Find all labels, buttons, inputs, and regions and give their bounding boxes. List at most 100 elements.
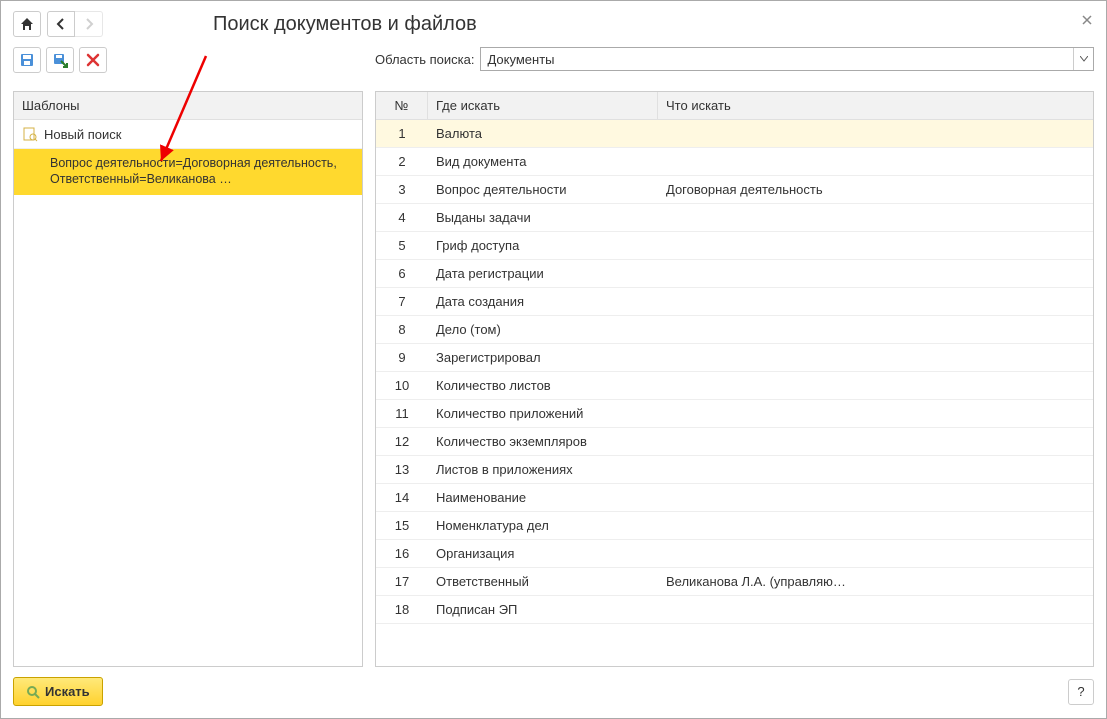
help-button[interactable]: ? bbox=[1068, 679, 1094, 705]
criteria-row-where: Номенклатура дел bbox=[428, 512, 658, 539]
criteria-row-where: Количество приложений bbox=[428, 400, 658, 427]
criteria-row-what[interactable] bbox=[658, 428, 1093, 455]
arrow-left-icon bbox=[55, 18, 67, 30]
criteria-row[interactable]: 15Номенклатура дел bbox=[376, 512, 1093, 540]
template-item[interactable]: Новый поиск bbox=[14, 120, 362, 149]
criteria-row-what[interactable] bbox=[658, 596, 1093, 623]
criteria-row[interactable]: 2Вид документа bbox=[376, 148, 1093, 176]
page-title: Поиск документов и файлов bbox=[213, 13, 477, 36]
criteria-row[interactable]: 1Валюта bbox=[376, 120, 1093, 148]
criteria-panel: № Где искать Что искать 1Валюта2Вид доку… bbox=[375, 91, 1094, 667]
criteria-row-where: Вид документа bbox=[428, 148, 658, 175]
arrow-right-icon bbox=[83, 18, 95, 30]
criteria-row-what[interactable]: Договорная деятельность bbox=[658, 176, 1093, 203]
criteria-row[interactable]: 16Организация bbox=[376, 540, 1093, 568]
criteria-row-num: 16 bbox=[376, 540, 428, 567]
criteria-body[interactable]: 1Валюта2Вид документа3Вопрос деятельност… bbox=[376, 120, 1093, 666]
delete-icon bbox=[86, 53, 100, 67]
search-template-icon bbox=[22, 126, 38, 142]
criteria-row[interactable]: 8Дело (том) bbox=[376, 316, 1093, 344]
criteria-row-where: Гриф доступа bbox=[428, 232, 658, 259]
delete-button[interactable] bbox=[79, 47, 107, 73]
template-item-label: Новый поиск bbox=[44, 127, 354, 142]
template-item-label: Вопрос деятельности=Договорная деятельно… bbox=[22, 155, 354, 188]
criteria-row-what[interactable] bbox=[658, 400, 1093, 427]
criteria-row-num: 4 bbox=[376, 204, 428, 231]
magnifier-icon bbox=[26, 685, 40, 699]
save-button[interactable] bbox=[13, 47, 41, 73]
criteria-row-where: Количество экземпляров bbox=[428, 428, 658, 455]
criteria-row[interactable]: 18Подписан ЭП bbox=[376, 596, 1093, 624]
criteria-row-what[interactable] bbox=[658, 148, 1093, 175]
criteria-row[interactable]: 13Листов в приложениях bbox=[376, 456, 1093, 484]
col-header-num[interactable]: № bbox=[376, 92, 428, 119]
criteria-row-num: 9 bbox=[376, 344, 428, 371]
criteria-row-where: Зарегистрировал bbox=[428, 344, 658, 371]
criteria-row-what[interactable] bbox=[658, 204, 1093, 231]
criteria-row-num: 18 bbox=[376, 596, 428, 623]
criteria-row-num: 5 bbox=[376, 232, 428, 259]
back-button[interactable] bbox=[47, 11, 75, 37]
scope-value: Документы bbox=[481, 52, 1073, 67]
criteria-row-what[interactable] bbox=[658, 484, 1093, 511]
criteria-row-what[interactable] bbox=[658, 372, 1093, 399]
forward-button bbox=[75, 11, 103, 37]
criteria-row[interactable]: 11Количество приложений bbox=[376, 400, 1093, 428]
criteria-header: № Где искать Что искать bbox=[376, 92, 1093, 120]
criteria-row-what[interactable] bbox=[658, 540, 1093, 567]
criteria-row-what[interactable] bbox=[658, 316, 1093, 343]
criteria-row-what[interactable]: Великанова Л.А. (управляю… bbox=[658, 568, 1093, 595]
criteria-row-num: 12 bbox=[376, 428, 428, 455]
home-button[interactable] bbox=[13, 11, 41, 37]
criteria-row-where: Количество листов bbox=[428, 372, 658, 399]
search-button[interactable]: Искать bbox=[13, 677, 103, 706]
criteria-row-where: Листов в приложениях bbox=[428, 456, 658, 483]
criteria-row[interactable]: 12Количество экземпляров bbox=[376, 428, 1093, 456]
criteria-row-what[interactable] bbox=[658, 232, 1093, 259]
criteria-row-num: 11 bbox=[376, 400, 428, 427]
criteria-row-where: Выданы задачи bbox=[428, 204, 658, 231]
close-icon bbox=[1082, 15, 1092, 25]
templates-header: Шаблоны bbox=[14, 92, 362, 120]
criteria-row[interactable]: 3Вопрос деятельностиДоговорная деятельно… bbox=[376, 176, 1093, 204]
criteria-row[interactable]: 17ОтветственныйВеликанова Л.А. (управляю… bbox=[376, 568, 1093, 596]
criteria-row[interactable]: 7Дата создания bbox=[376, 288, 1093, 316]
save-as-icon bbox=[52, 52, 68, 68]
criteria-row-what[interactable] bbox=[658, 260, 1093, 287]
criteria-row-where: Ответственный bbox=[428, 568, 658, 595]
scope-dropdown-toggle[interactable] bbox=[1073, 48, 1093, 70]
criteria-row-what[interactable] bbox=[658, 344, 1093, 371]
criteria-row-where: Подписан ЭП bbox=[428, 596, 658, 623]
criteria-row[interactable]: 6Дата регистрации bbox=[376, 260, 1093, 288]
scope-select[interactable]: Документы bbox=[480, 47, 1094, 71]
save-icon bbox=[19, 52, 35, 68]
template-item[interactable]: Вопрос деятельности=Договорная деятельно… bbox=[14, 149, 362, 195]
criteria-row[interactable]: 5Гриф доступа bbox=[376, 232, 1093, 260]
criteria-row-what[interactable] bbox=[658, 288, 1093, 315]
help-icon: ? bbox=[1077, 684, 1084, 699]
col-header-what[interactable]: Что искать bbox=[658, 92, 1093, 119]
criteria-row[interactable]: 10Количество листов bbox=[376, 372, 1093, 400]
criteria-row-num: 14 bbox=[376, 484, 428, 511]
search-button-label: Искать bbox=[45, 684, 90, 699]
criteria-row[interactable]: 9Зарегистрировал bbox=[376, 344, 1093, 372]
save-as-button[interactable] bbox=[46, 47, 74, 73]
criteria-row-num: 1 bbox=[376, 120, 428, 147]
scope-label: Область поиска: bbox=[375, 52, 474, 67]
criteria-row-num: 2 bbox=[376, 148, 428, 175]
close-button[interactable] bbox=[1082, 15, 1092, 25]
criteria-row-what[interactable] bbox=[658, 120, 1093, 147]
criteria-row-what[interactable] bbox=[658, 456, 1093, 483]
criteria-row-num: 10 bbox=[376, 372, 428, 399]
criteria-row-where: Дата создания bbox=[428, 288, 658, 315]
criteria-row-num: 17 bbox=[376, 568, 428, 595]
criteria-row-num: 15 bbox=[376, 512, 428, 539]
criteria-row-where: Наименование bbox=[428, 484, 658, 511]
col-header-where[interactable]: Где искать bbox=[428, 92, 658, 119]
criteria-row-num: 3 bbox=[376, 176, 428, 203]
criteria-row-what[interactable] bbox=[658, 512, 1093, 539]
criteria-row[interactable]: 4Выданы задачи bbox=[376, 204, 1093, 232]
templates-panel: Шаблоны Новый поиск Вопрос деятельности=Д… bbox=[13, 91, 363, 667]
criteria-row-num: 8 bbox=[376, 316, 428, 343]
criteria-row[interactable]: 14Наименование bbox=[376, 484, 1093, 512]
